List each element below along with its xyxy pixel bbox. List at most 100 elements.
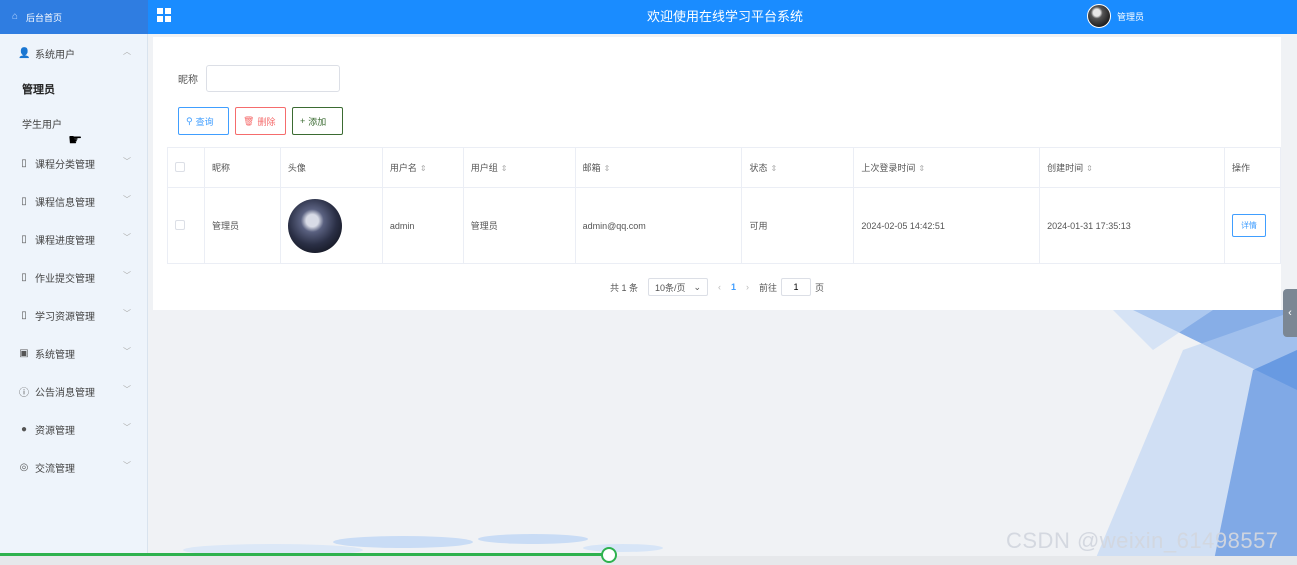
col-actions: 操作 (1223, 147, 1282, 188)
doc-icon: ▯ (21, 309, 27, 321)
page-unit-label: 页 (815, 282, 825, 293)
cell-username: admin (381, 187, 464, 264)
col-avatar: 头像 (279, 147, 383, 188)
sort-icon[interactable]: ⇕ (604, 164, 611, 173)
sidebar-group-communication[interactable]: ◎ 交流管理 ﹀ (0, 448, 147, 486)
menu-toggle-icon[interactable] (157, 8, 172, 23)
sidebar-group-resources-learning[interactable]: ▯ 学习资源管理 ﹀ (0, 296, 147, 334)
toolbar: ⚲ 查询 🗑 删除 + 添加 (178, 107, 343, 135)
progress-bar (0, 553, 609, 556)
chevron-down-icon: ﹀ (123, 157, 131, 166)
cell-email: admin@qq.com (574, 187, 743, 264)
col-status[interactable]: 状态 ⇕ (741, 147, 855, 188)
sidebar-group-label: 作业提交管理 (35, 273, 95, 285)
cell-avatar (279, 187, 383, 264)
col-username[interactable]: 用户名 ⇕ (381, 147, 464, 188)
select-all-checkbox[interactable] (175, 161, 185, 172)
sidebar-group-system-users[interactable]: 👤 系统用户 ︿ (0, 34, 147, 72)
doc-icon: ▯ (21, 157, 27, 169)
sidebar-group-label: 学习资源管理 (35, 311, 95, 323)
home-icon: ⌂ (12, 11, 19, 22)
chevron-down-icon: ﹀ (123, 385, 131, 394)
user-icon: 👤 (18, 47, 31, 59)
cell-status: 可用 (741, 187, 855, 264)
table-row: 管理员 admin 管理员 admin@qq.com 可用 2024-02-05… (167, 187, 1282, 264)
sidebar-group-label: 交流管理 (35, 463, 75, 475)
col-label: 创建时间 (1047, 163, 1084, 173)
sidebar-group-system[interactable]: ▣ 系统管理 ﹀ (0, 334, 147, 372)
cell-last-login: 2024-02-05 14:42:51 (853, 187, 1041, 264)
sort-icon[interactable]: ⇕ (771, 164, 778, 173)
user-name: 管理员 (1117, 11, 1145, 22)
sidebar-group-label: 系统管理 (35, 349, 75, 361)
sort-icon[interactable]: ⇕ (501, 164, 508, 173)
chevron-down-icon: ﹀ (123, 309, 131, 318)
prev-page-icon[interactable]: ‹ (718, 282, 721, 292)
sidebar: 👤 系统用户 ︿ 管理员 学生用户 ▯ 课程分类管理 ﹀ ▯ 课程信息管理 ﹀ … (0, 34, 148, 565)
next-page-icon[interactable]: › (746, 282, 749, 292)
col-label: 邮箱 (582, 163, 601, 173)
user-table: 昵称 头像 用户名 ⇕ 用户组 ⇕ 邮箱 ⇕ 状态 ⇕ 上次登录时间 ⇕ 创建时间 ⇕ 操作… (167, 147, 1282, 264)
doc-icon: ▯ (21, 233, 27, 245)
page-jump: 前往 页 (759, 278, 824, 296)
col-created[interactable]: 创建时间 ⇕ (1039, 147, 1225, 188)
sidebar-group-label: 课程分类管理 (35, 159, 95, 171)
detail-button[interactable]: 详情 (1231, 214, 1266, 237)
chevron-down-icon: ﹀ (123, 347, 131, 356)
query-label: 查询 (195, 116, 214, 127)
chevron-down-icon: ﹀ (123, 233, 131, 242)
sort-icon[interactable]: ⇕ (420, 164, 427, 173)
watermark: CSDN @weixin_61498557 (1006, 528, 1279, 553)
col-label: 昵称 (211, 163, 230, 173)
background-decoration (183, 310, 1297, 565)
page-number[interactable]: 1 (731, 282, 736, 292)
add-button[interactable]: + 添加 (292, 107, 343, 135)
avatar (287, 198, 342, 253)
delete-button[interactable]: 🗑 删除 (235, 107, 286, 135)
collapse-panel-icon[interactable]: ‹ (1283, 289, 1297, 337)
col-label: 状态 (749, 163, 768, 173)
sidebar-group-resources[interactable]: ● 资源管理 ﹀ (0, 410, 147, 448)
add-label: 添加 (308, 116, 327, 127)
sidebar-group-course-info[interactable]: ▯ 课程信息管理 ﹀ (0, 182, 147, 220)
cell-nickname: 管理员 (203, 187, 281, 264)
chevron-down-icon: ﹀ (123, 195, 131, 204)
chevron-down-icon: ﹀ (123, 271, 131, 280)
search-row: 昵称 (178, 65, 340, 92)
goto-page-input[interactable] (781, 278, 812, 296)
cell-created: 2024-01-31 17:35:13 (1039, 187, 1225, 264)
cell-group: 管理员 (462, 187, 576, 264)
page-size-select[interactable]: 10条/页 ⌄ (647, 278, 709, 296)
col-label: 上次登录时间 (861, 163, 916, 173)
sidebar-group-course-progress[interactable]: ▯ 课程进度管理 ﹀ (0, 220, 147, 258)
user-menu[interactable]: 管理员 (1087, 4, 1144, 28)
col-group[interactable]: 用户组 ⇕ (462, 147, 576, 188)
nickname-search-input[interactable] (206, 65, 340, 92)
row-checkbox[interactable] (175, 219, 185, 230)
sidebar-group-label: 课程信息管理 (35, 197, 95, 209)
chat-icon: ◎ (19, 461, 29, 473)
col-email[interactable]: 邮箱 ⇕ (574, 147, 743, 188)
col-label: 操作 (1231, 163, 1250, 173)
sidebar-group-notice[interactable]: ⓘ 公告消息管理 ﹀ (0, 372, 147, 410)
sort-icon[interactable]: ⇕ (918, 164, 925, 173)
home-label: 后台首页 (26, 12, 63, 23)
col-last-login[interactable]: 上次登录时间 ⇕ (853, 147, 1041, 188)
progress-handle[interactable] (601, 547, 617, 563)
sidebar-group-label: 公告消息管理 (35, 387, 95, 399)
col-nickname: 昵称 (203, 147, 281, 188)
query-button[interactable]: ⚲ 查询 (178, 107, 229, 135)
image-icon: ▣ (19, 347, 29, 359)
sidebar-item-admin[interactable]: 管理员 (0, 72, 147, 108)
sidebar-group-homework[interactable]: ▯ 作业提交管理 ﹀ (0, 258, 147, 296)
doc-icon: ▯ (21, 271, 27, 283)
home-link[interactable]: ⌂ 后台首页 (0, 0, 148, 34)
col-label: 头像 (287, 163, 306, 173)
sidebar-group-label: 资源管理 (35, 425, 75, 437)
cell-actions: 详情 (1223, 187, 1282, 264)
sort-icon[interactable]: ⇕ (1086, 164, 1093, 173)
bottom-bar (0, 556, 1297, 565)
sidebar-group-label: 系统用户 (35, 49, 75, 61)
sidebar-group-label: 课程进度管理 (35, 235, 95, 247)
col-label: 用户组 (470, 163, 498, 173)
